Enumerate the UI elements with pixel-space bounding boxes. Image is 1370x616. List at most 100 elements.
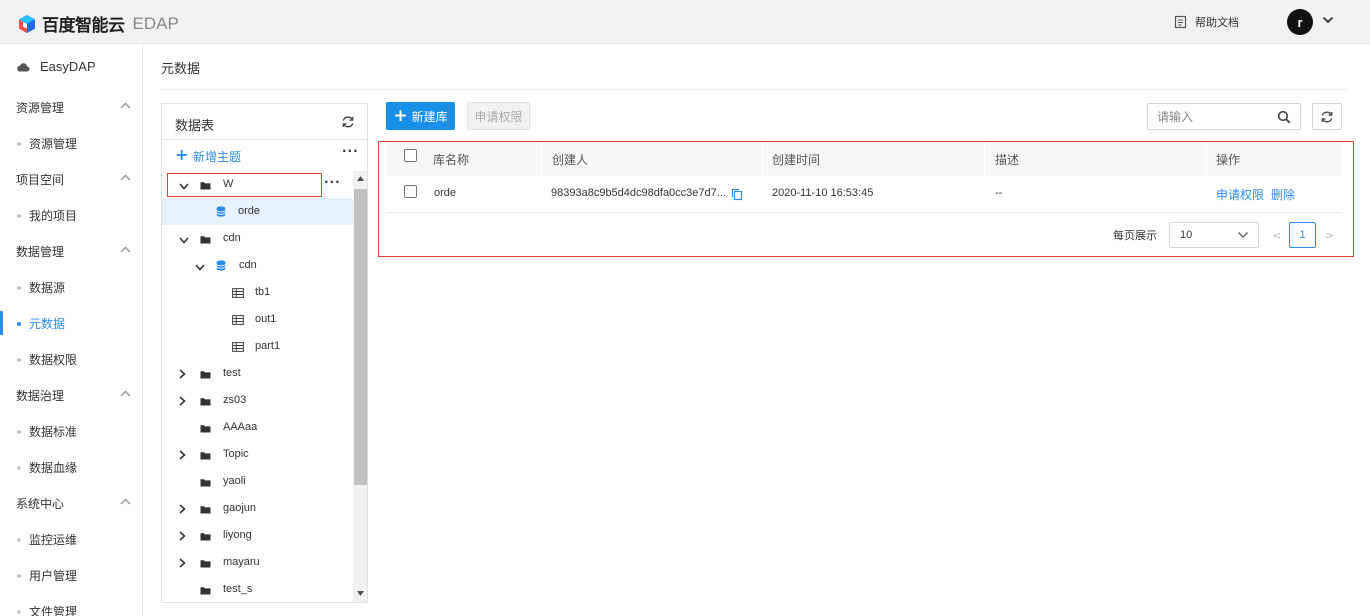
chevron-right-icon[interactable] [179,449,186,463]
sidebar-group-system[interactable]: 系统中心 [0,485,142,521]
sidebar-item-data-lineage[interactable]: 数据血缘 [0,449,142,485]
sidebar-item-datasource[interactable]: 数据源 [0,269,142,305]
brand-logo[interactable]: 百度智能云 EDAP [17,11,179,36]
tree-node[interactable]: W ··· [162,171,353,198]
chevron-right-icon[interactable] [179,530,186,544]
tree-node-label: tb1 [255,286,271,298]
chevron-down-icon[interactable] [179,233,189,247]
tree-header: 数据表 [162,104,367,140]
sidebar-item-data-permission[interactable]: 数据权限 [0,341,142,377]
new-database-label: 新建库 [411,109,448,124]
tree-body: W ··· orde cdn cdn tb1 out1 part1 test zs03 AAAaa T… [162,171,353,602]
sidebar-group-project[interactable]: 项目空间 [0,161,142,197]
folder-icon [200,395,211,409]
chevron-up-icon [120,246,131,253]
chevron-down-icon[interactable] [1322,16,1334,24]
chevron-down-icon[interactable] [195,260,205,274]
tree-node[interactable]: AAAaa [162,414,353,441]
sidebar-item-metadata[interactable]: 元数据 [0,305,142,341]
tree-scrollbar[interactable] [353,171,367,602]
tree-node[interactable]: tb1 [162,279,353,306]
more-icon[interactable]: ··· [342,144,359,158]
sidebar: EasyDAP 资源管理 资源管理 项目空间 我的项目 数据管理 数据源 元数据… [0,44,143,616]
plus-icon: + [175,145,189,164]
folder-icon [200,557,211,571]
tree-node[interactable]: zs03 [162,387,353,414]
refresh-icon [1321,111,1333,122]
sidebar-item-user-mgmt[interactable]: 用户管理 [0,557,142,593]
scroll-up-icon[interactable] [357,176,364,181]
apply-permission-button[interactable]: 申请权限 [467,102,530,130]
cloud-icon [17,62,30,71]
sidebar-item-file-mgmt[interactable]: 文件管理 [0,593,142,616]
document-icon [1174,15,1187,29]
chevron-right-icon[interactable] [179,395,186,409]
tree-node[interactable]: mayaru [162,549,353,576]
tree-node[interactable]: orde [162,198,353,225]
more-icon[interactable]: ··· [324,175,341,189]
sidebar-group-data-mgmt[interactable]: 数据管理 [0,233,142,269]
tree-node-label: out1 [255,313,277,325]
sidebar-brand-label: EasyDAP [40,59,96,74]
data-table-tree-panel: 数据表 + 新增主题 ··· W ··· orde cdn cdn tb1 out1 part… [161,103,368,603]
refresh-button[interactable] [1312,103,1342,130]
top-header: 百度智能云 EDAP 帮助文档 r [0,0,1370,44]
help-docs-link[interactable]: 帮助文档 [1174,14,1239,30]
sidebar-group-resource[interactable]: 资源管理 [0,89,142,125]
tree-node-label: zs03 [223,394,247,406]
tree-node-label: cdn [223,232,241,244]
sidebar-group-label: 资源管理 [16,100,65,115]
tree-node[interactable]: part1 [162,333,353,360]
brand-name: 百度智能云 [42,16,125,36]
tree-node-label: part1 [255,340,281,352]
folder-icon [200,530,211,544]
tree-title: 数据表 [175,119,215,134]
sidebar-brand[interactable]: EasyDAP [0,44,142,89]
folder-icon [200,584,211,598]
tree-node[interactable]: liyong [162,522,353,549]
tree-node[interactable]: test_s [162,576,353,602]
folder-icon [200,422,211,436]
tree-node[interactable]: yaoli [162,468,353,495]
folder-icon [200,368,211,382]
scroll-down-icon[interactable] [357,591,364,596]
chevron-right-icon[interactable] [179,557,186,571]
tree-node[interactable]: cdn [162,225,353,252]
tree-node[interactable]: test [162,360,353,387]
scrollbar-thumb[interactable] [354,189,367,485]
sidebar-item-my-projects[interactable]: 我的项目 [0,197,142,233]
sidebar-group-label: 数据治理 [16,388,65,403]
search-input[interactable] [1148,104,1272,129]
tree-node-label: mayaru [223,556,260,568]
table-highlight-box [378,141,1354,257]
folder-icon [200,449,211,463]
tree-node-label: cdn [239,259,257,271]
avatar[interactable]: r [1287,9,1313,35]
chevron-right-icon[interactable] [179,503,186,517]
plus-icon: + [393,106,408,126]
refresh-icon[interactable] [341,115,355,129]
tree-node[interactable]: gaojun [162,495,353,522]
tree-node[interactable]: Topic [162,441,353,468]
chevron-up-icon [120,174,131,181]
table-icon [232,314,244,328]
new-database-button[interactable]: + 新建库 [386,102,455,130]
sidebar-item-monitoring[interactable]: 监控运维 [0,521,142,557]
search-icon[interactable] [1277,110,1291,124]
tree-node-label: liyong [223,529,252,541]
chevron-right-icon[interactable] [179,368,186,382]
tree-node[interactable]: cdn [162,252,353,279]
tree-node[interactable]: out1 [162,306,353,333]
sidebar-item-data-standard[interactable]: 数据标准 [0,413,142,449]
table-icon [232,287,244,301]
folder-icon [200,476,211,490]
add-topic-button[interactable]: + 新增主题 ··· [162,140,367,170]
sidebar-item-resource-mgmt[interactable]: 资源管理 [0,125,142,161]
sidebar-group-governance[interactable]: 数据治理 [0,377,142,413]
database-icon [216,206,226,220]
chevron-up-icon [120,102,131,109]
folder-icon [200,503,211,517]
help-docs-label: 帮助文档 [1195,16,1239,29]
table-icon [232,341,244,355]
sidebar-group-label: 系统中心 [16,496,65,511]
